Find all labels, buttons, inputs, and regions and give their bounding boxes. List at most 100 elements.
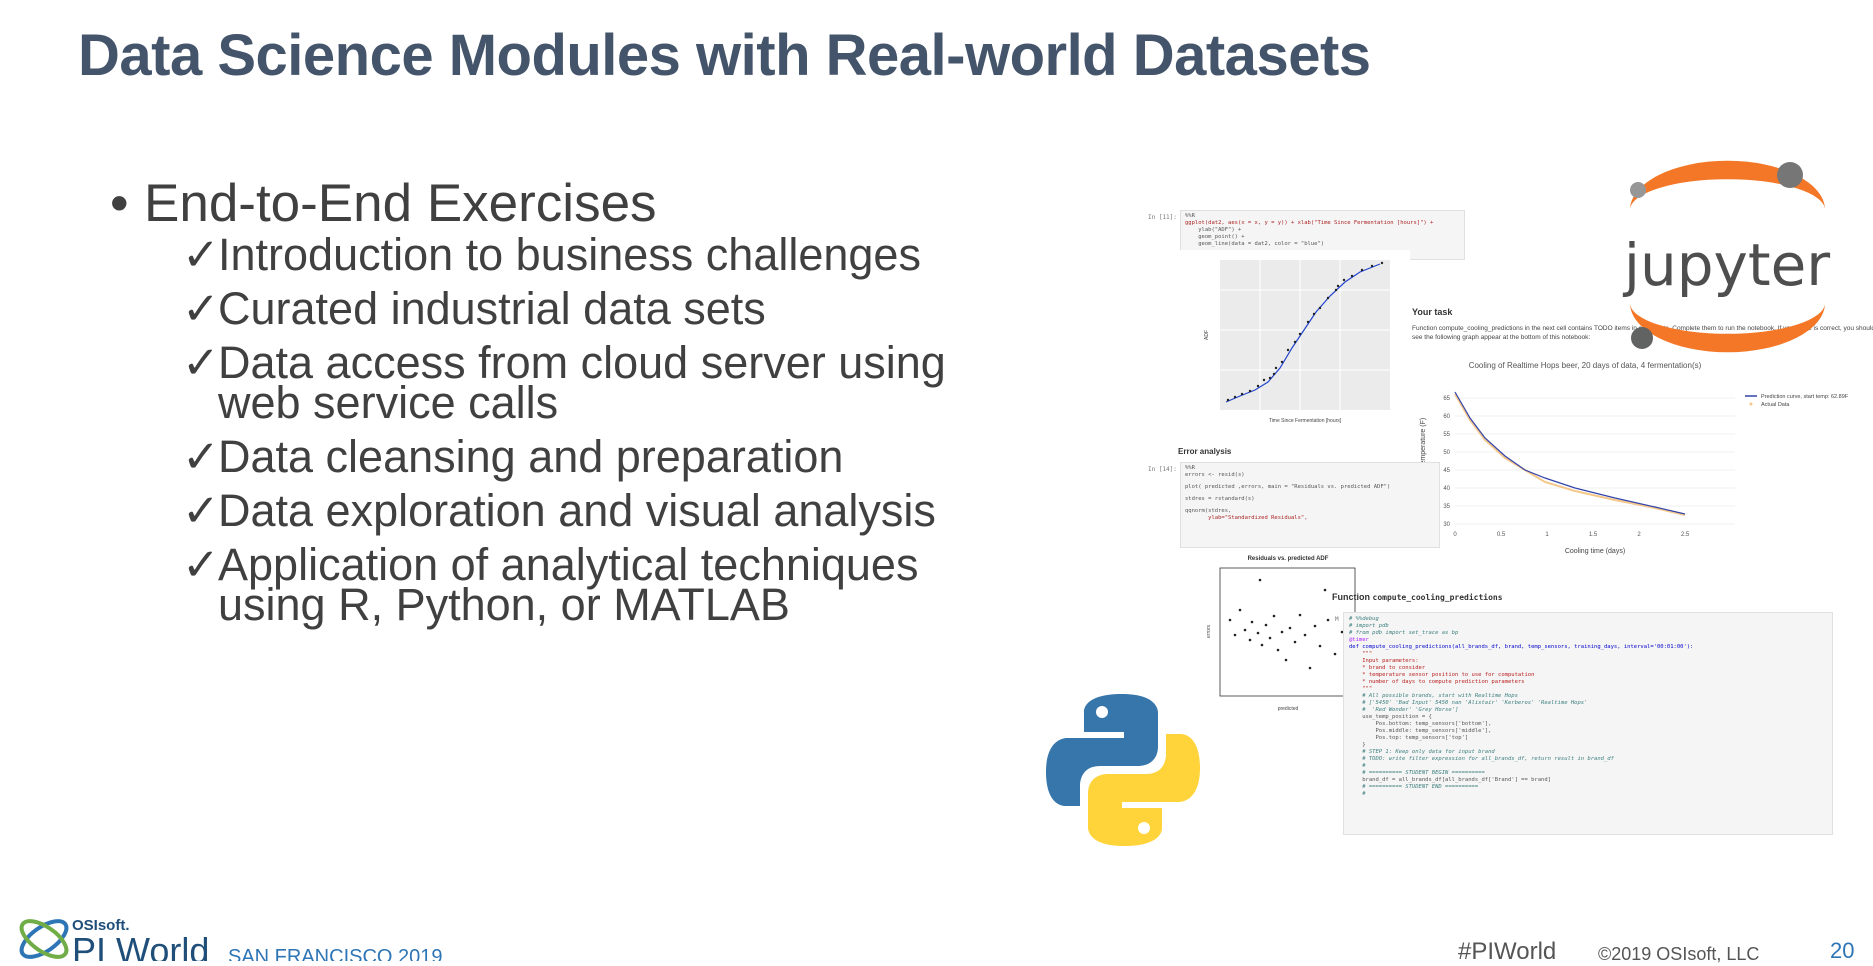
function-heading-name: compute_cooling_predictions <box>1372 593 1503 602</box>
python-logo <box>1046 694 1200 846</box>
code-line: %%R <box>1185 465 1195 471</box>
cooling-xticks: 0 0.5 1 1.5 2 2.5 <box>1453 532 1690 538</box>
x-tick: 0.5 <box>1497 532 1506 538</box>
code-line: # ========== STUDENT BEGIN ========== <box>1349 770 1485 776</box>
code-line: @timer <box>1349 637 1369 643</box>
sub-item: ✓ Data cleansing and preparation <box>182 431 1040 482</box>
residuals-plot: Residuals vs. predicted ADF predicted er… <box>1200 550 1365 720</box>
check-icon: ✓ <box>182 431 220 482</box>
y-tick: 65 <box>1443 396 1450 402</box>
code-line: """ <box>1349 651 1373 657</box>
code-line: # %%debug <box>1349 616 1379 622</box>
jupyter-bottom-arc <box>1630 303 1825 353</box>
cooling-ylabel: Temperature (F) <box>1420 418 1427 468</box>
sub-item-text: Introduction to business challenges <box>218 229 921 280</box>
your-task-heading: Your task <box>1412 307 1453 317</box>
code-line: Pos.top: temp_sensors['top'] <box>1349 735 1469 741</box>
slide-content: • End-to-End Exercises ✓ Introduction to … <box>110 175 1040 639</box>
code-line: } <box>1349 742 1366 748</box>
code-line: # <box>1349 763 1366 769</box>
cell-prompt: In [11]: <box>1148 214 1177 221</box>
check-icon: ✓ <box>182 283 220 334</box>
code-line: ylab("ADF") + <box>1185 227 1242 233</box>
code-line: # import pdb <box>1349 623 1389 629</box>
y-tick: 30 <box>1443 522 1450 528</box>
legend-prediction: Prediction curve, start temp: 62.89F <box>1761 394 1849 400</box>
code-line: ylab="Standardized Residuals", <box>1185 515 1308 521</box>
code-line: # 'Red Wonder' 'Grey Horse'] <box>1349 707 1459 713</box>
sub-item: ✓ Data access from cloud server using web… <box>182 337 1040 428</box>
y-tick: 40 <box>1443 486 1450 492</box>
slide-title: Data Science Modules with Real-world Dat… <box>78 23 1371 88</box>
y-tick: 55 <box>1443 432 1450 438</box>
code-line: geom_point() + <box>1185 234 1245 240</box>
prediction-curve-line <box>1454 391 1686 515</box>
check-icon: ✓ <box>182 229 220 280</box>
event-label: SAN FRANCISCO 2019 <box>228 946 443 961</box>
code-line: errors <- resid(s) <box>1185 472 1245 478</box>
x-tick: 1 <box>1545 532 1549 538</box>
code-line: stdres = rstandard(s) <box>1185 496 1255 502</box>
residuals-ylabel: errors <box>1206 624 1212 638</box>
check-icon: ✓ <box>182 539 220 590</box>
jupyter-moon-large <box>1777 162 1803 188</box>
footer-copyright: ©2019 OSIsoft, LLC <box>1598 944 1760 964</box>
code-line: * temperature sensor position to use for… <box>1349 672 1535 678</box>
code-line: * brand to consider <box>1349 665 1426 671</box>
scatter-xlabel: Time Since Fermentation [hours] <box>1269 418 1342 424</box>
y-tick: 45 <box>1443 468 1450 474</box>
code-line: qqnorm(stdres, <box>1185 508 1232 514</box>
notebook-collage: In [11]: %%R ggplot(dat2, aes(x = x, y =… <box>1030 150 1873 846</box>
pi-world-label: PI World <box>72 930 209 961</box>
y-tick: 35 <box>1443 504 1450 510</box>
python-eye-bottom <box>1138 822 1150 834</box>
page-number: 20 <box>1830 938 1855 963</box>
x-tick: 2 <box>1637 532 1641 538</box>
code-line: Pos.middle: temp_sensors['middle'], <box>1349 728 1492 734</box>
code-line: use_temp_position = { <box>1349 714 1432 720</box>
code-line: # ['5450' 'Bad Input' 5450 nan 'Alistair… <box>1349 700 1588 706</box>
code-line: # TODO: write filter expression for all_… <box>1349 756 1614 762</box>
python-eye-top <box>1096 706 1108 718</box>
cooling-chart: Cooling of Realtime Hops beer, 20 days o… <box>1415 358 1870 558</box>
code-line: # STEP 1: Keep only data for input brand <box>1349 749 1495 755</box>
y-tick: 50 <box>1443 450 1450 456</box>
pi-world-logo: OSIsoft. PI World SAN FRANCISCO 2019 <box>19 917 443 961</box>
cooling-gridlines <box>1455 397 1735 525</box>
sub-item-text: Data cleansing and preparation <box>218 431 844 482</box>
x-tick: 1.5 <box>1589 532 1598 538</box>
residuals-title: Residuals vs. predicted ADF <box>1248 556 1329 562</box>
code-line: """ <box>1349 686 1373 692</box>
x-tick: 2.5 <box>1681 532 1690 538</box>
sub-item: ✓ Introduction to business challenges <box>182 229 1040 280</box>
code-cell-function: # %%debug # import pdb # from pdb import… <box>1343 612 1833 835</box>
cooling-xlabel: Cooling time (days) <box>1565 548 1625 555</box>
code-line: Input parameters: <box>1349 658 1419 664</box>
cell-prompt: M <box>1335 616 1339 623</box>
actual-data-line <box>1454 393 1686 516</box>
jupyter-moon-bottom <box>1631 327 1653 349</box>
function-heading: Function compute_cooling_predictions <box>1332 592 1503 602</box>
sub-item: ✓ Curated industrial data sets <box>182 283 1040 334</box>
jupyter-logo: jupyter <box>1622 160 1830 353</box>
code-line: # All possible brands, start with Realti… <box>1349 693 1518 699</box>
code-cell-error-analysis: %%R errors <- resid(s) plot( predicted ,… <box>1180 462 1440 548</box>
code-line: def compute_cooling_predictions(all_bran… <box>1349 644 1694 650</box>
bullet-text: End-to-End Exercises <box>144 174 657 233</box>
check-icon: ✓ <box>182 337 220 388</box>
adf-scatter-plot: Time Since Fermentation [hours] ADF <box>1180 250 1410 435</box>
check-icon: ✓ <box>182 485 220 536</box>
x-tick: 0 <box>1453 532 1457 538</box>
bullet-symbol: • <box>110 174 129 233</box>
sub-item-text: Data access from cloud server using web … <box>218 337 946 428</box>
code-line: geom_line(data = dat2, color = "blue") <box>1185 241 1325 247</box>
y-tick: 60 <box>1443 414 1450 420</box>
sub-item: ✓ Application of analytical techniques us… <box>182 539 1040 627</box>
code-line: # ========== STUDENT END ========== <box>1349 784 1479 790</box>
sub-item-text: Curated industrial data sets <box>218 283 766 334</box>
legend-swatch-actual <box>1749 402 1753 406</box>
sub-item-text: Data exploration and visual analysis <box>218 485 936 536</box>
code-line: plot( predicted ,errors, main = "Residua… <box>1185 484 1391 490</box>
jupyter-moon-small <box>1630 182 1646 198</box>
cell-prompt: In [14]: <box>1148 466 1177 473</box>
